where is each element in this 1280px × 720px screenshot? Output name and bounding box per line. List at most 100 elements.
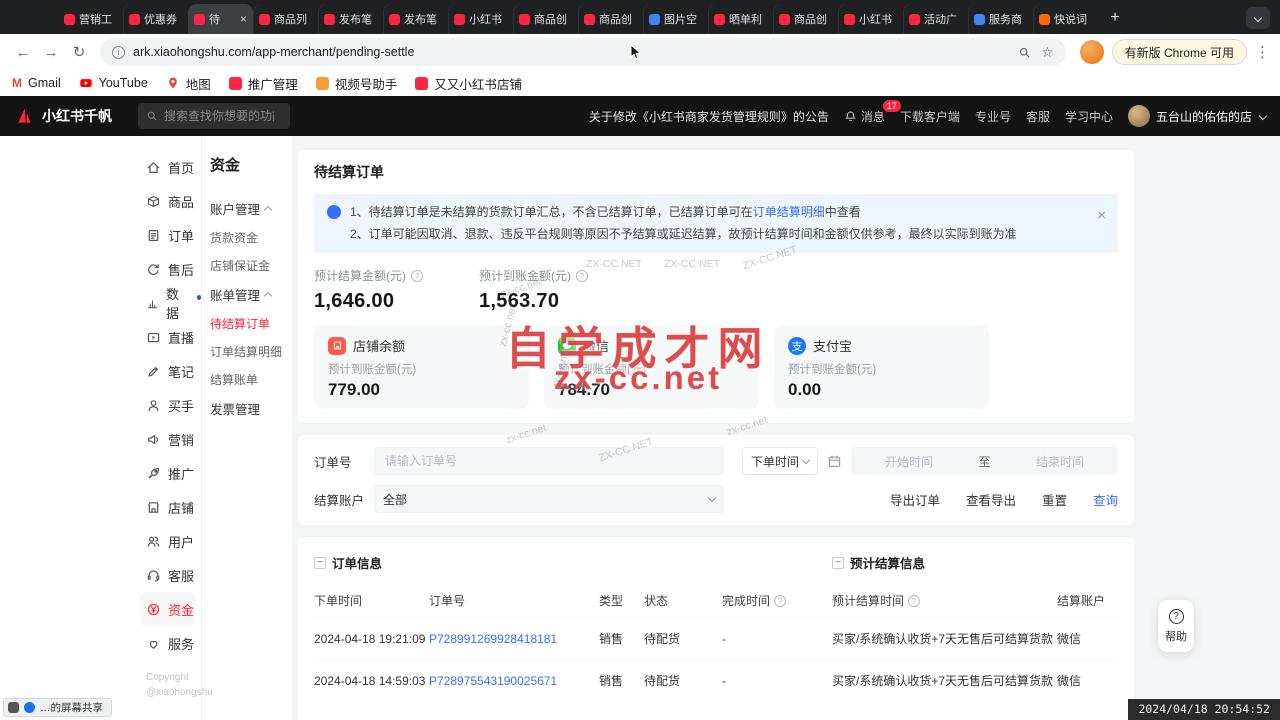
search-icon[interactable]	[1018, 46, 1031, 59]
submenu-item[interactable]: 订单结算明细	[210, 343, 286, 360]
bookmark-star-icon[interactable]: ☆	[1041, 44, 1054, 61]
date-to-label: 至	[978, 453, 990, 470]
submenu-group[interactable]: 账单管理	[210, 285, 286, 304]
announcement-link[interactable]: 关于修改《小红书商家发货管理规则》的公告	[589, 108, 829, 125]
sidebar-item-service[interactable]: 服务	[146, 626, 201, 660]
sidebar-item-home[interactable]: 首页	[146, 150, 201, 184]
query-button[interactable]: 查询	[1093, 490, 1118, 509]
browser-tab[interactable]: 商品创	[513, 4, 578, 34]
info-icon[interactable]	[774, 595, 786, 607]
header-search-input[interactable]	[164, 109, 274, 123]
info-icon	[327, 205, 341, 219]
bookmark-item[interactable]: 推广管理	[229, 74, 298, 93]
sidebar-item-label: 服务	[168, 634, 194, 653]
browser-tab[interactable]: 发布笔	[383, 4, 448, 34]
time-type-select[interactable]: 下单时间	[742, 447, 818, 475]
date-range-picker[interactable]: 开始时间 至 结束时间	[851, 447, 1118, 475]
reset-button[interactable]: 重置	[1042, 490, 1067, 509]
browser-tab[interactable]: 营销工	[58, 4, 123, 34]
tab-title: 商品创	[534, 11, 572, 27]
sidebar-item-shop[interactable]: 店铺	[146, 490, 201, 524]
info-icon[interactable]	[908, 595, 920, 607]
tab-title: 快说词	[1054, 11, 1092, 27]
sidebar-item-order[interactable]: 订单	[146, 218, 201, 252]
submenu-item[interactable]: 店铺保证金	[210, 257, 286, 274]
browser-tab[interactable]: 发布笔	[318, 4, 383, 34]
collapse-icon[interactable]	[832, 557, 844, 569]
browser-tab[interactable]: 待 ×	[188, 4, 253, 34]
tab-close-icon[interactable]: ×	[240, 12, 247, 26]
url-bar[interactable]: i ark.xiaohongshu.com/app-merchant/pendi…	[100, 38, 1066, 66]
browser-tab[interactable]: 小红书	[838, 4, 903, 34]
sidebar-item-cs[interactable]: 客服	[146, 558, 201, 592]
bookmark-item[interactable]: 地图	[166, 74, 211, 93]
browser-tab[interactable]: 商品创	[578, 4, 643, 34]
browser-tab[interactable]: 图片空	[643, 4, 708, 34]
order-number-link[interactable]: P728975543190025671	[429, 674, 557, 688]
chrome-update-chip[interactable]: 有新版 Chrome 可用	[1112, 39, 1247, 65]
sidebar-item-note[interactable]: 笔记	[146, 354, 201, 388]
browser-tab[interactable]: 晒单利	[708, 4, 773, 34]
browser-menu-icon[interactable]: ⋮	[1255, 43, 1270, 61]
messages-button[interactable]: 消息 17	[844, 108, 885, 125]
browser-tab[interactable]: 优惠券	[123, 4, 188, 34]
help-button[interactable]: 帮助	[1158, 600, 1194, 652]
screen-share-indicator[interactable]: …的屏幕共享	[3, 698, 112, 717]
calendar-icon[interactable]	[827, 454, 842, 469]
export-orders-button[interactable]: 导出订单	[890, 490, 940, 509]
sidebar-item-aftersale[interactable]: 售后	[146, 252, 201, 286]
header-link[interactable]: 客服	[1026, 108, 1050, 125]
browser-tab[interactable]: 商品创	[773, 4, 838, 34]
header-search[interactable]	[138, 103, 290, 129]
reload-button[interactable]: ↻	[66, 39, 92, 65]
main-content: 待结算订单 1、待结算订单是未结算的货款订单汇总，不含已结算订单，已结算订单可在…	[292, 136, 1280, 720]
browser-tab[interactable]: 商品列	[253, 4, 318, 34]
collapse-icon[interactable]	[314, 557, 326, 569]
chevron-down-icon	[1259, 112, 1267, 120]
submenu-item[interactable]: 货款资金	[210, 229, 286, 246]
cell-status: 待配货	[644, 672, 722, 689]
chrome-profile-avatar[interactable]	[1080, 40, 1104, 64]
browser-tab[interactable]: 服务商	[968, 4, 1033, 34]
account-select[interactable]: 全部	[374, 485, 724, 513]
sidebar-item-live[interactable]: 直播	[146, 320, 201, 354]
submenu-item[interactable]: 结算账单	[210, 371, 286, 388]
header-link[interactable]: 学习中心	[1065, 108, 1113, 125]
sidebar-item-promo[interactable]: 推广	[146, 456, 201, 490]
bookmark-item[interactable]: MGmail	[12, 76, 61, 90]
sidebar-item-users[interactable]: 用户	[146, 524, 201, 558]
submenu-group[interactable]: 发票管理	[210, 399, 286, 418]
sidebar-item-product[interactable]: 商品	[146, 184, 201, 218]
sidebar-item-marketing[interactable]: 营销	[146, 422, 201, 456]
browser-tab[interactable]: 小红书	[448, 4, 513, 34]
view-exports-button[interactable]: 查看导出	[966, 490, 1016, 509]
order-number-link[interactable]: P728991269928418181	[429, 632, 557, 646]
sidebar-item-buyer[interactable]: 买手	[146, 388, 201, 422]
submenu-item[interactable]: 待结算订单	[210, 315, 286, 332]
sidebar-item-data[interactable]: 数据	[146, 286, 201, 320]
browser-tab[interactable]: 活动广	[903, 4, 968, 34]
header-link[interactable]: 专业号	[975, 108, 1011, 125]
browser-tab[interactable]: 快说词	[1033, 4, 1098, 34]
bookmark-item[interactable]: YouTube	[79, 76, 148, 90]
submenu-group[interactable]: 账户管理	[210, 199, 286, 218]
settle-detail-link[interactable]: 订单结算明细	[753, 205, 825, 219]
new-tab-button[interactable]: +	[1102, 5, 1128, 31]
info-icon[interactable]	[411, 270, 423, 282]
header-link[interactable]: 下载客户端	[900, 108, 960, 125]
close-icon[interactable]: ×	[1097, 202, 1106, 229]
account-menu[interactable]: 五台山的佑佑的店	[1128, 105, 1266, 127]
table-row: 2024-04-18 19:21:09 P728991269928418181 …	[314, 617, 1118, 659]
forward-button[interactable]: →	[38, 39, 64, 65]
order-no-input[interactable]	[374, 447, 724, 475]
bookmark-item[interactable]: 又又小红书店铺	[415, 74, 522, 93]
sidebar-item-funds[interactable]: 资金	[140, 592, 195, 626]
bookmark-item[interactable]: 视频号助手	[316, 74, 398, 93]
buyer-icon	[146, 398, 161, 413]
back-button[interactable]: ←	[10, 39, 36, 65]
tab-search-button[interactable]	[1246, 7, 1270, 29]
site-info-icon[interactable]: i	[112, 46, 125, 59]
info-icon[interactable]	[576, 270, 588, 282]
submenu-groups: 账户管理货款资金店铺保证金账单管理待结算订单订单结算明细结算账单发票管理	[210, 189, 286, 422]
brand[interactable]: 小红书千帆	[14, 106, 112, 126]
